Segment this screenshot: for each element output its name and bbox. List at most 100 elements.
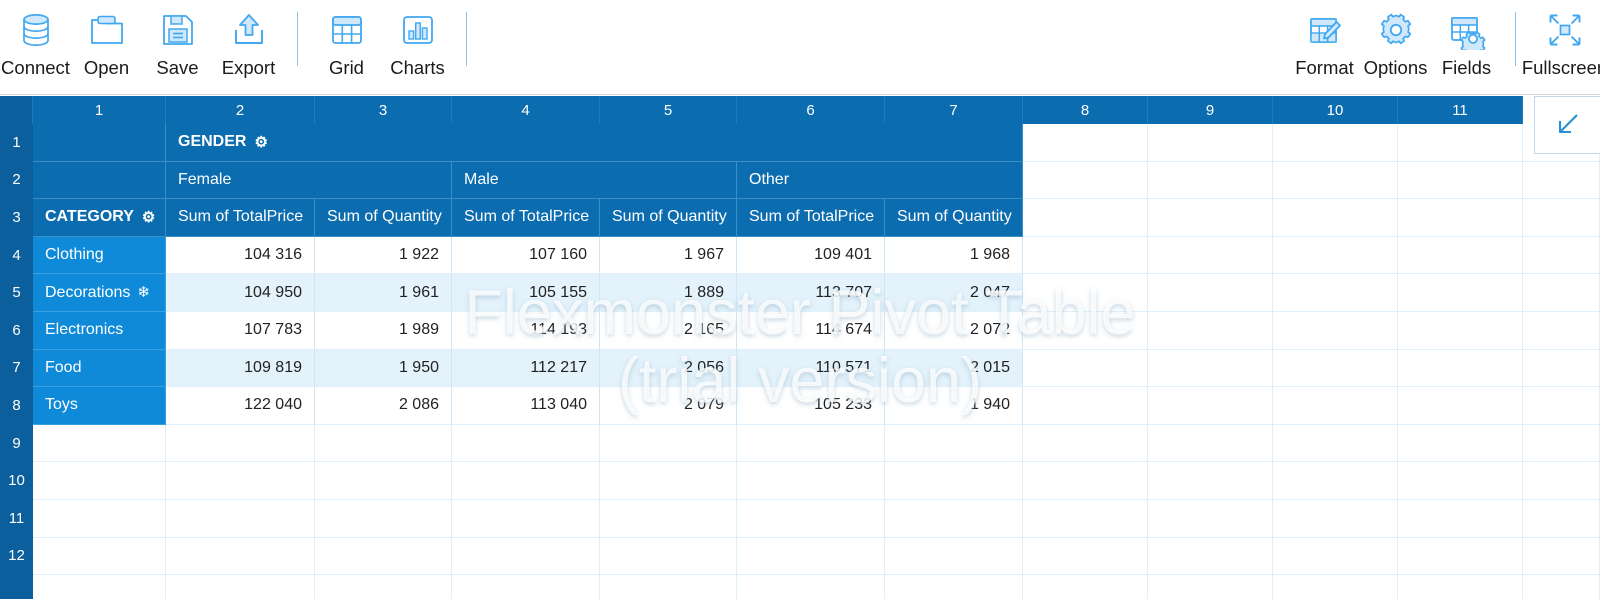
- empty-cell[interactable]: [315, 462, 452, 500]
- empty-cell[interactable]: [1023, 236, 1148, 275]
- row-field-category[interactable]: CATEGORY ⚙: [33, 199, 166, 237]
- data-cell[interactable]: 1 940: [885, 387, 1023, 425]
- empty-cell[interactable]: [737, 500, 885, 538]
- toolbar-button-grid[interactable]: Grid: [311, 0, 382, 94]
- data-cell[interactable]: 1 989: [315, 312, 452, 350]
- empty-cell[interactable]: [737, 575, 885, 599]
- data-cell[interactable]: 1 961: [315, 274, 452, 312]
- toolbar-button-options[interactable]: Options: [1360, 0, 1431, 94]
- data-cell[interactable]: 2 072: [885, 312, 1023, 350]
- row-number-9[interactable]: 9: [0, 424, 33, 463]
- empty-cell[interactable]: [166, 575, 315, 599]
- empty-cell[interactable]: [33, 424, 166, 463]
- empty-cell[interactable]: [1398, 387, 1523, 425]
- empty-cell[interactable]: [1523, 387, 1600, 425]
- empty-cell[interactable]: [1273, 387, 1398, 425]
- gender-group-male[interactable]: Male: [452, 161, 737, 200]
- measure-header-6[interactable]: Sum of Quantity: [885, 199, 1023, 237]
- empty-cell[interactable]: [1398, 537, 1523, 576]
- gender-group-female[interactable]: Female: [166, 161, 452, 200]
- row-number-partial[interactable]: [0, 575, 33, 599]
- empty-cell[interactable]: [1398, 500, 1523, 538]
- data-cell[interactable]: 114 674: [737, 312, 885, 350]
- data-cell[interactable]: 1 889: [600, 274, 737, 312]
- empty-cell[interactable]: [1023, 312, 1148, 350]
- empty-cell[interactable]: [1273, 274, 1398, 312]
- empty-cell[interactable]: [600, 424, 737, 463]
- data-cell[interactable]: 2 056: [600, 349, 737, 388]
- empty-cell[interactable]: [1273, 500, 1398, 538]
- empty-cell[interactable]: [1148, 124, 1273, 162]
- grid-corner-cell[interactable]: [0, 96, 33, 124]
- data-cell[interactable]: 105 155: [452, 274, 600, 312]
- row-number-6[interactable]: 6: [0, 312, 33, 350]
- column-header-6[interactable]: 6: [737, 96, 885, 124]
- empty-cell[interactable]: [600, 575, 737, 599]
- empty-cell[interactable]: [166, 500, 315, 538]
- column-header-8[interactable]: 8: [1023, 96, 1148, 124]
- empty-cell[interactable]: [1398, 236, 1523, 275]
- empty-cell[interactable]: [1148, 161, 1273, 200]
- empty-cell[interactable]: [1523, 161, 1600, 200]
- column-header-9[interactable]: 9: [1148, 96, 1273, 124]
- empty-cell[interactable]: [1148, 500, 1273, 538]
- data-cell[interactable]: 107 160: [452, 236, 600, 275]
- empty-cell[interactable]: [1148, 424, 1273, 463]
- gear-icon[interactable]: ⚙: [254, 135, 267, 150]
- empty-cell[interactable]: [1273, 349, 1398, 388]
- toolbar-button-export[interactable]: Export: [213, 0, 284, 94]
- empty-cell[interactable]: [885, 500, 1023, 538]
- toolbar-button-charts[interactable]: Charts: [382, 0, 453, 94]
- measure-header-3[interactable]: Sum of TotalPrice: [452, 199, 600, 237]
- data-cell[interactable]: 104 950: [166, 274, 315, 312]
- empty-cell[interactable]: [452, 500, 600, 538]
- category-cell-electronics[interactable]: Electronics: [33, 312, 166, 350]
- measure-header-4[interactable]: Sum of Quantity: [600, 199, 737, 237]
- empty-cell[interactable]: [1023, 462, 1148, 500]
- empty-cell[interactable]: [600, 537, 737, 576]
- empty-cell[interactable]: [1273, 124, 1398, 162]
- empty-cell[interactable]: [1523, 312, 1600, 350]
- empty-cell[interactable]: [1273, 537, 1398, 576]
- category-cell-food[interactable]: Food: [33, 349, 166, 388]
- column-header-2[interactable]: 2: [166, 96, 315, 124]
- row-number-7[interactable]: 7: [0, 349, 33, 388]
- empty-cell[interactable]: [737, 462, 885, 500]
- empty-cell[interactable]: [1148, 199, 1273, 237]
- row-number-3[interactable]: 3: [0, 199, 33, 237]
- toolbar-button-save[interactable]: Save: [142, 0, 213, 94]
- empty-cell[interactable]: [1398, 274, 1523, 312]
- empty-cell[interactable]: [315, 424, 452, 463]
- empty-cell[interactable]: [1523, 537, 1600, 576]
- empty-cell[interactable]: [33, 462, 166, 500]
- gender-group-other[interactable]: Other: [737, 161, 1023, 200]
- column-header-5[interactable]: 5: [600, 96, 737, 124]
- row-number-4[interactable]: 4: [0, 236, 33, 275]
- empty-cell[interactable]: [315, 537, 452, 576]
- empty-cell[interactable]: [1148, 349, 1273, 388]
- data-cell[interactable]: 2 079: [600, 387, 737, 425]
- measure-header-2[interactable]: Sum of Quantity: [315, 199, 452, 237]
- empty-cell[interactable]: [33, 537, 166, 576]
- empty-cell[interactable]: [1023, 199, 1148, 237]
- column-header-10[interactable]: 10: [1273, 96, 1398, 124]
- empty-cell[interactable]: [1523, 236, 1600, 275]
- row-number-11[interactable]: 11: [0, 500, 33, 538]
- data-cell[interactable]: 109 819: [166, 349, 315, 388]
- empty-cell[interactable]: [452, 575, 600, 599]
- category-cell-clothing[interactable]: Clothing: [33, 236, 166, 275]
- gear-icon[interactable]: ⚙: [142, 210, 155, 225]
- toolbar-button-open[interactable]: Open: [71, 0, 142, 94]
- category-cell-decorations[interactable]: Decorations ❄: [33, 274, 166, 312]
- empty-cell[interactable]: [1273, 161, 1398, 200]
- data-cell[interactable]: 112 217: [452, 349, 600, 388]
- data-cell[interactable]: 113 707: [737, 274, 885, 312]
- empty-cell[interactable]: [1398, 312, 1523, 350]
- data-cell[interactable]: 2 086: [315, 387, 452, 425]
- empty-cell[interactable]: [600, 500, 737, 538]
- empty-cell[interactable]: [1398, 124, 1523, 162]
- row-number-10[interactable]: 10: [0, 462, 33, 500]
- column-field-gender[interactable]: GENDER ⚙: [166, 124, 1023, 162]
- empty-cell[interactable]: [1148, 537, 1273, 576]
- empty-cell[interactable]: [452, 424, 600, 463]
